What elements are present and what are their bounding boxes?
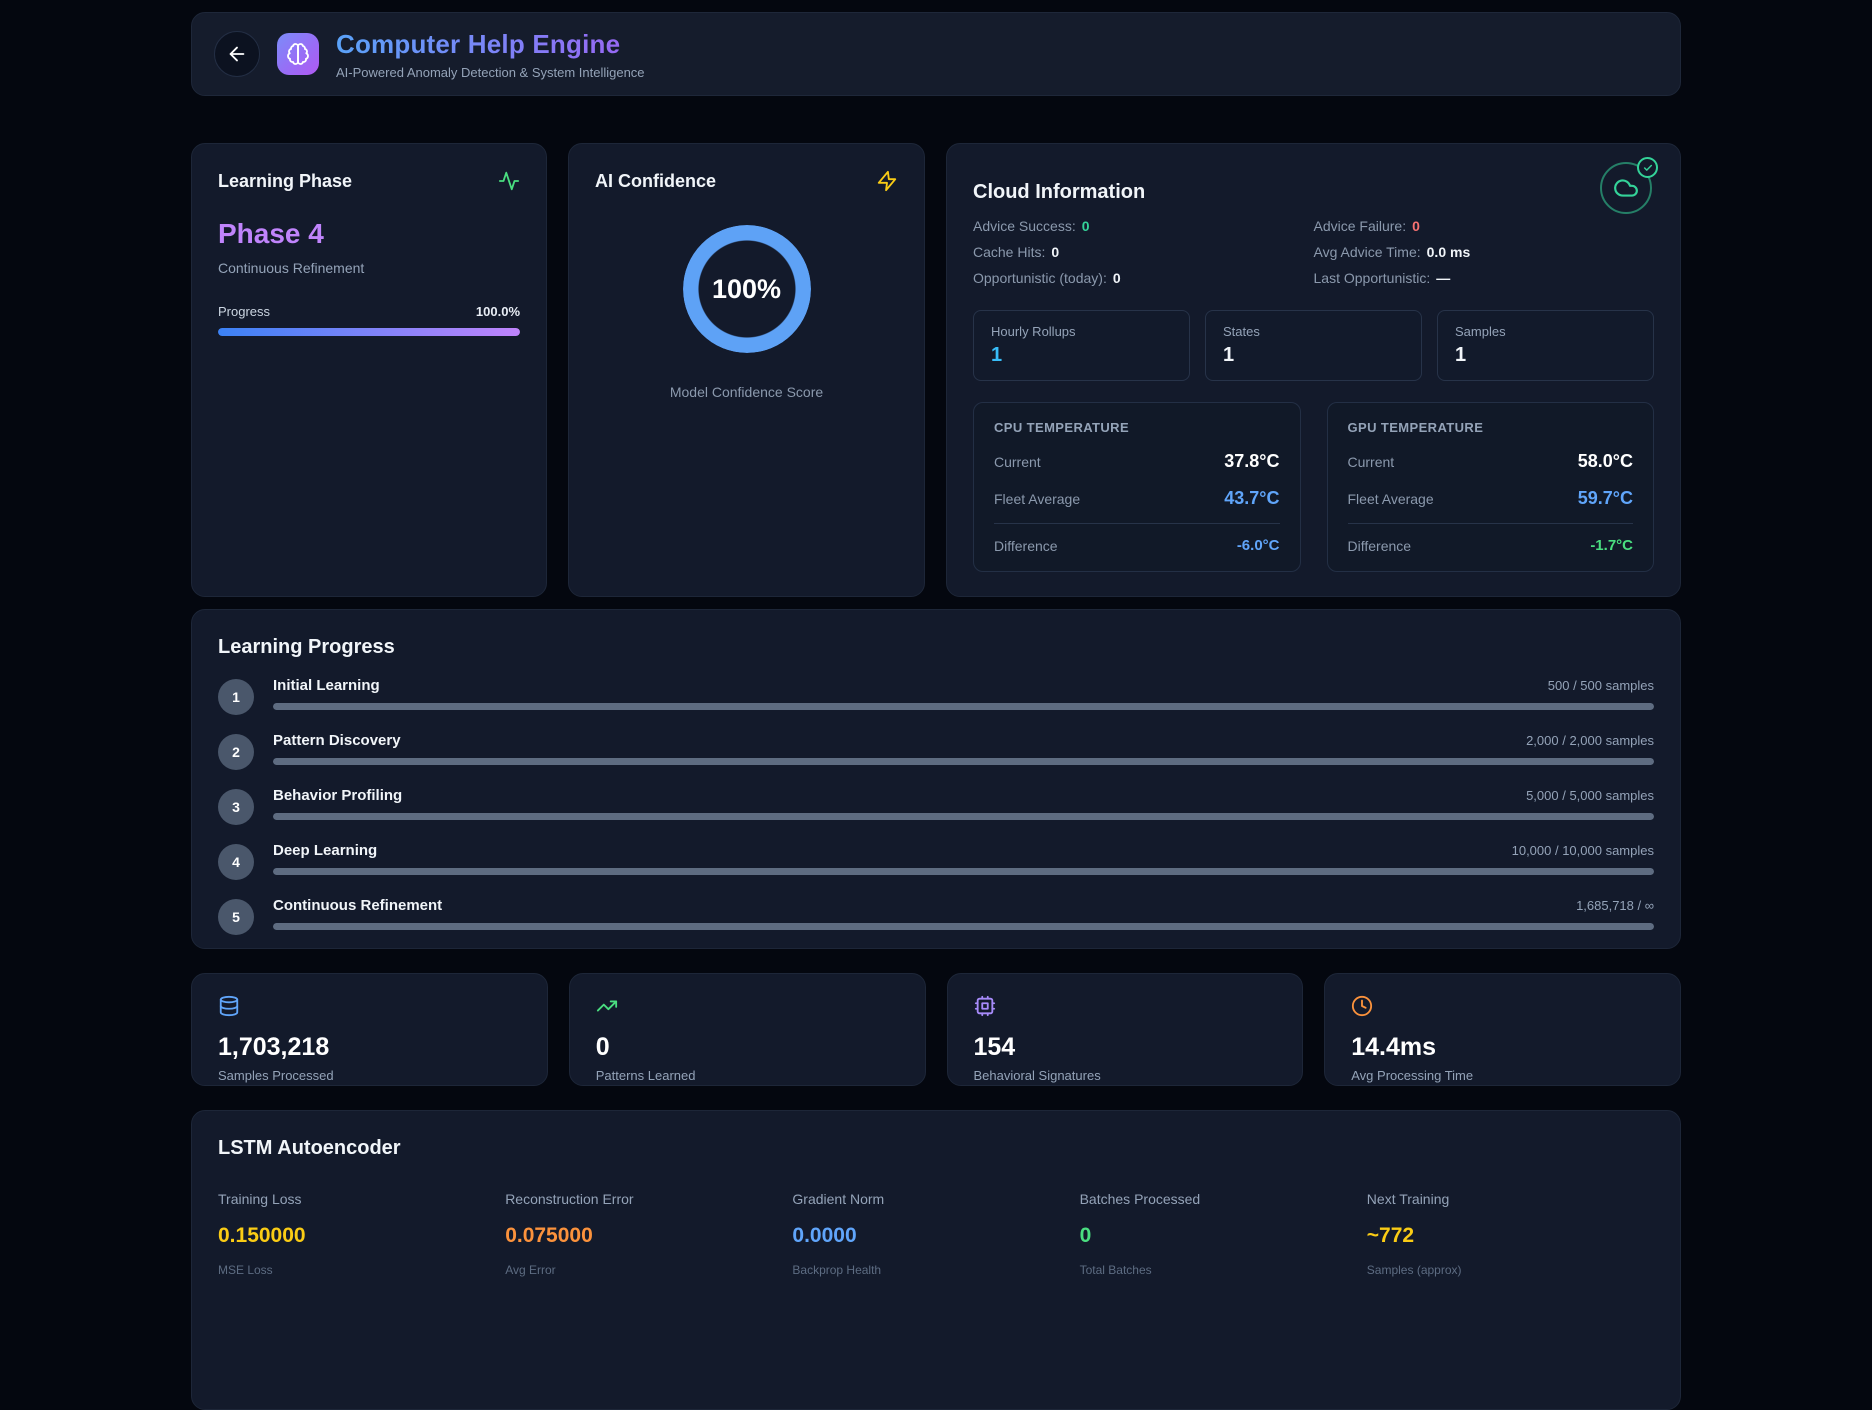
dashboard-page: Computer Help Engine AI-Powered Anomaly … [191, 0, 1681, 1410]
lstm-title: LSTM Autoencoder [218, 1137, 1654, 1160]
metric-batches-processed: Batches Processed 0 Total Batches [1080, 1191, 1367, 1277]
database-icon [218, 995, 240, 1017]
stat-last-opportunistic: Last Opportunistic:— [1314, 270, 1655, 286]
confidence-gauge: 100% [683, 225, 811, 353]
samples-box: Samples 1 [1437, 310, 1654, 381]
progress-label: Progress [218, 304, 270, 319]
cloud-info-card: Cloud Information Advice Success:0 Advic… [946, 143, 1681, 597]
app-logo [277, 33, 319, 75]
stat-avg-advice-time: Avg Advice Time:0.0 ms [1314, 244, 1655, 260]
zap-icon [876, 170, 898, 192]
clock-icon [1351, 995, 1373, 1017]
cloud-info-title: Cloud Information [973, 181, 1145, 204]
stage-number: 2 [218, 734, 254, 770]
arrow-left-icon [226, 43, 248, 65]
metric-next-training: Next Training ~772 Samples (approx) [1367, 1191, 1654, 1277]
stage-deep-learning: 4 Deep Learning 10,000 / 10,000 samples [218, 842, 1654, 880]
back-button[interactable] [214, 31, 260, 77]
stage-number: 3 [218, 789, 254, 825]
hourly-rollups-box: Hourly Rollups 1 [973, 310, 1190, 381]
stage-behavior-profiling: 3 Behavior Profiling 5,000 / 5,000 sampl… [218, 787, 1654, 825]
avg-processing-time-card: 14.4ms Avg Processing Time [1324, 973, 1681, 1086]
cpu-temperature-box: CPU TEMPERATURE Current37.8°C Fleet Aver… [973, 402, 1301, 572]
phase-value: Phase 4 [218, 218, 520, 250]
confidence-caption: Model Confidence Score [595, 384, 898, 400]
stat-cache-hits: Cache Hits:0 [973, 244, 1314, 260]
stage-initial-learning: 1 Initial Learning 500 / 500 samples [218, 677, 1654, 715]
stat-advice-success: Advice Success:0 [973, 218, 1314, 234]
stage-number: 5 [218, 899, 254, 935]
ai-confidence-card: AI Confidence 100% Model Confidence Scor… [568, 143, 925, 597]
phase-progress-fill [218, 328, 520, 336]
samples-processed-card: 1,703,218 Samples Processed [191, 973, 548, 1086]
brain-icon [286, 42, 310, 66]
trending-up-icon [596, 995, 618, 1017]
progress-value: 100.0% [476, 304, 520, 319]
patterns-learned-card: 0 Patterns Learned [569, 973, 926, 1086]
learning-phase-card: Learning Phase Phase 4 Continuous Refine… [191, 143, 547, 597]
stage-number: 1 [218, 679, 254, 715]
lstm-autoencoder-card: LSTM Autoencoder Training Loss 0.150000 … [191, 1110, 1681, 1410]
behavioral-signatures-card: 154 Behavioral Signatures [947, 973, 1304, 1086]
stage-pattern-discovery: 2 Pattern Discovery 2,000 / 2,000 sample… [218, 732, 1654, 770]
stat-opportunistic-today: Opportunistic (today):0 [973, 270, 1314, 286]
check-circle-icon [1637, 157, 1658, 178]
page-subtitle: AI-Powered Anomaly Detection & System In… [336, 65, 645, 80]
header: Computer Help Engine AI-Powered Anomaly … [191, 12, 1681, 96]
gpu-temperature-box: GPU TEMPERATURE Current58.0°C Fleet Aver… [1327, 402, 1655, 572]
cpu-icon [974, 995, 996, 1017]
metric-gradient-norm: Gradient Norm 0.0000 Backprop Health [792, 1191, 1079, 1277]
metric-reconstruction-error: Reconstruction Error 0.075000 Avg Error [505, 1191, 792, 1277]
stage-continuous-refinement: 5 Continuous Refinement 1,685,718 / ∞ [218, 897, 1654, 935]
states-box: States 1 [1205, 310, 1422, 381]
learning-progress-card: Learning Progress 1 Initial Learning 500… [191, 609, 1681, 949]
confidence-value: 100% [683, 225, 811, 353]
learning-phase-title: Learning Phase [218, 171, 352, 192]
activity-icon [498, 170, 520, 192]
learning-progress-title: Learning Progress [218, 636, 1654, 659]
page-title: Computer Help Engine [336, 29, 645, 60]
stage-number: 4 [218, 844, 254, 880]
stat-advice-failure: Advice Failure:0 [1314, 218, 1655, 234]
metric-training-loss: Training Loss 0.150000 MSE Loss [218, 1191, 505, 1277]
phase-progress-bar [218, 328, 520, 336]
ai-confidence-title: AI Confidence [595, 171, 716, 192]
cloud-icon [1613, 175, 1639, 201]
phase-name: Continuous Refinement [218, 260, 520, 276]
cloud-status-badge [1600, 162, 1654, 216]
